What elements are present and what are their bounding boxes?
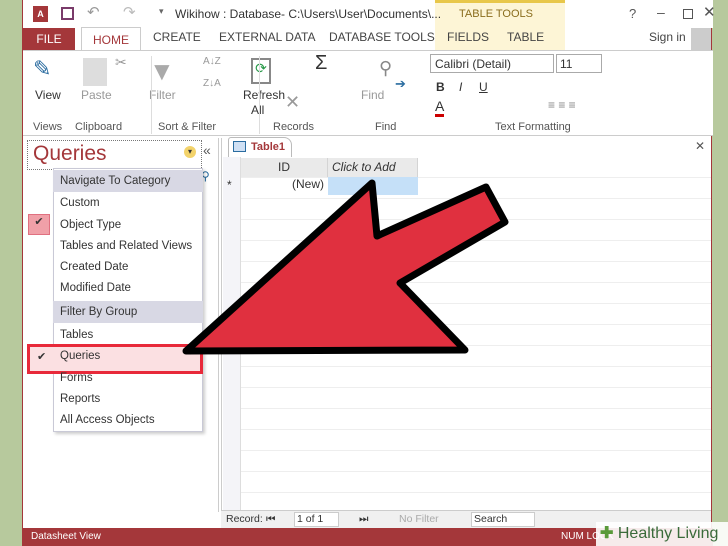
red-arrow-annotation <box>182 179 509 355</box>
arrow-icon <box>182 179 509 355</box>
healthy-living-watermark: ✚ Healthy Living <box>596 522 728 546</box>
watermark-text: Healthy Living <box>617 525 719 542</box>
plus-leaf-icon: ✚ <box>600 525 614 542</box>
